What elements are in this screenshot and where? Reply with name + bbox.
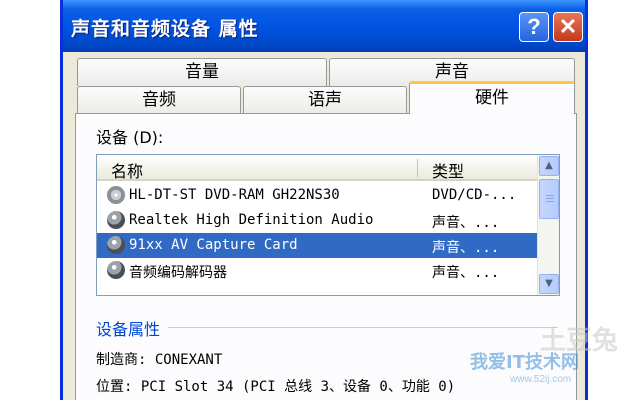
dvd-drive-icon (107, 186, 125, 204)
device-type: 声音、... (432, 265, 500, 281)
speaker-icon (107, 236, 125, 254)
speaker-icon (107, 211, 125, 229)
tab-volume[interactable]: 音量 (77, 58, 327, 86)
device-type: 声音、... (432, 215, 500, 231)
manufacturer-text: 制造商: CONEXANT (96, 352, 223, 368)
help-button[interactable]: ? (519, 12, 549, 42)
close-icon: ✕ (558, 14, 578, 39)
device-type: 声音、... (432, 240, 500, 256)
vertical-scrollbar[interactable]: ▲ ▼ (537, 155, 559, 295)
device-name: Realtek High Definition Audio (129, 212, 374, 228)
speaker-icon (107, 261, 125, 279)
tab-volume-label: 音量 (185, 62, 219, 82)
chevron-down-icon: ▼ (545, 278, 553, 289)
watermark-url: www.52ij.com (510, 374, 572, 385)
help-icon: ? (527, 14, 541, 39)
tab-hardware-label: 硬件 (475, 88, 509, 108)
device-name: HL-DT-ST DVD-RAM GH22NS30 (129, 187, 340, 203)
devices-label: 设备 (D): (96, 128, 164, 147)
tab-audio-label: 音频 (142, 90, 176, 110)
scroll-thumb[interactable] (539, 179, 559, 219)
device-name: 音频编码解码器 (129, 265, 227, 281)
tab-voice-label: 语声 (308, 90, 342, 110)
window-title: 声音和音频设备 属性 (71, 18, 259, 40)
device-row-selected[interactable]: 91xx AV Capture Card 声音、... (97, 233, 537, 258)
column-header-name[interactable]: 名称 (111, 158, 143, 182)
title-bar[interactable]: 声音和音频设备 属性 ? ✕ (63, 0, 585, 52)
close-button[interactable]: ✕ (553, 12, 583, 42)
scroll-up-button[interactable]: ▲ (539, 156, 559, 176)
tab-audio[interactable]: 音频 (77, 86, 241, 114)
watermark: 土豆兔 我爱IT技术网 www.52ij.com (430, 316, 640, 400)
list-header: 名称 类型 (97, 155, 537, 181)
tab-hardware[interactable]: 硬件 (409, 81, 575, 114)
devices-list[interactable]: 名称 类型 HL-DT-ST DVD-RAM GH22NS30 DVD/CD-.… (96, 154, 560, 296)
device-name: 91xx AV Capture Card (129, 237, 298, 253)
grip-line (546, 201, 554, 202)
scroll-down-button[interactable]: ▼ (539, 274, 559, 294)
tab-sounds-label: 声音 (435, 62, 469, 82)
column-divider[interactable] (417, 159, 418, 177)
device-properties-title: 设备属性 (96, 320, 161, 339)
column-header-type[interactable]: 类型 (432, 158, 464, 182)
device-row[interactable]: HL-DT-ST DVD-RAM GH22NS30 DVD/CD-... (97, 183, 537, 208)
location-text: 位置: PCI Slot 34 (PCI 总线 3、设备 0、功能 0) (96, 379, 456, 395)
device-row[interactable]: Realtek High Definition Audio 声音、... (97, 208, 537, 233)
watermark-text: 我爱IT技术网 (470, 352, 579, 373)
tab-voice[interactable]: 语声 (243, 86, 407, 114)
grip-line (546, 195, 554, 196)
device-type: DVD/CD-... (432, 187, 517, 203)
grip-line (546, 198, 554, 199)
device-row[interactable]: 音频编码解码器 声音、... (97, 258, 537, 283)
chevron-up-icon: ▲ (545, 160, 553, 171)
